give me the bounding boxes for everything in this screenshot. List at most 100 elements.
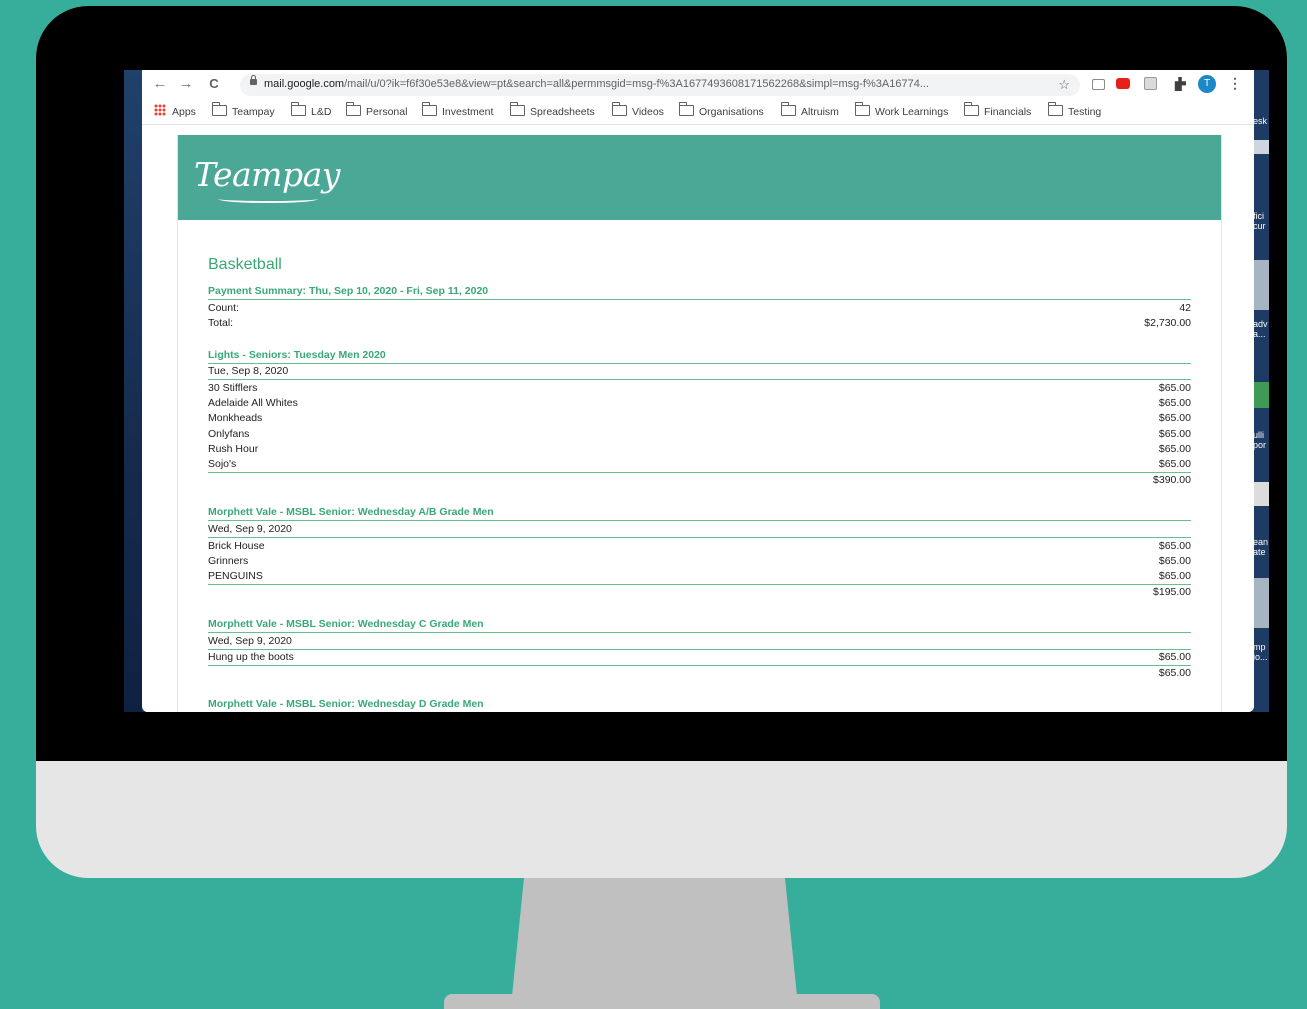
reload-icon[interactable]: C bbox=[206, 76, 222, 92]
desktop-fragment: ulli por bbox=[1253, 430, 1267, 450]
folder-icon bbox=[1048, 102, 1063, 116]
bookmark-star-icon[interactable]: ☆ bbox=[1058, 77, 1070, 93]
total-label: Total: bbox=[208, 317, 234, 329]
teampay-logo: Teampay bbox=[194, 155, 340, 194]
section-rule bbox=[208, 665, 1191, 666]
bookmark-l-and-d[interactable]: L&D bbox=[291, 102, 331, 119]
list-item: Brick House $65.00 bbox=[208, 540, 1191, 552]
section-subtotal: $195.00 bbox=[1153, 586, 1191, 598]
section-rule bbox=[208, 299, 1191, 300]
browser-window: ← → C mail.google.com/mail/u/0?ik=f6f30e… bbox=[142, 70, 1254, 712]
section-date: Tue, Sep 8, 2020 bbox=[208, 365, 289, 377]
logo-swoosh bbox=[218, 195, 318, 203]
email-header-band: Teampay bbox=[178, 135, 1221, 220]
list-item: Hung up the boots $65.00 bbox=[208, 651, 1191, 663]
url-host: mail.google.com bbox=[264, 78, 345, 90]
list-item: 30 Stifflers $65.00 bbox=[208, 382, 1191, 394]
desktop-fragment: esk bbox=[1253, 116, 1268, 126]
browser-toolbar: ← → C mail.google.com/mail/u/0?ik=f6f30e… bbox=[142, 70, 1254, 100]
list-item: PENGUINS $65.00 bbox=[208, 570, 1191, 582]
bookmark-financials[interactable]: Financials bbox=[964, 102, 1031, 119]
address-bar[interactable]: mail.google.com/mail/u/0?ik=f6f30e53e8&v… bbox=[240, 74, 1080, 96]
total-value: $2,730.00 bbox=[1144, 317, 1191, 329]
bookmark-testing[interactable]: Testing bbox=[1048, 102, 1101, 119]
section-rule bbox=[208, 537, 1191, 538]
puzzle-icon[interactable] bbox=[1174, 77, 1186, 91]
section-rule bbox=[208, 379, 1191, 380]
list-item: Grinners $65.00 bbox=[208, 555, 1191, 567]
bookmark-teampay[interactable]: Teampay bbox=[212, 102, 275, 119]
desktop-thumbnail bbox=[1252, 578, 1269, 628]
desktop-wallpaper-left bbox=[124, 70, 142, 712]
count-label: Count: bbox=[208, 302, 239, 314]
lock-icon bbox=[250, 75, 257, 85]
desktop-thumbnail bbox=[1252, 382, 1269, 408]
mail-icon[interactable] bbox=[1092, 79, 1105, 90]
extension-icon[interactable] bbox=[1144, 77, 1157, 90]
bookmark-work-learnings[interactable]: Work Learnings bbox=[855, 102, 948, 119]
section-title: Morphett Vale - MSBL Senior: Wednesday A… bbox=[208, 506, 494, 518]
desktop-thumbnail bbox=[1252, 260, 1269, 310]
monitor-stand bbox=[512, 878, 797, 996]
bookmark-personal[interactable]: Personal bbox=[346, 102, 407, 119]
desktop-thumbnail bbox=[1252, 140, 1269, 154]
desktop-fragment: ean ate bbox=[1253, 537, 1269, 557]
summary-title: Payment Summary: Thu, Sep 10, 2020 - Fri… bbox=[208, 285, 489, 297]
folder-icon bbox=[422, 102, 437, 116]
desktop-fragment: adv a... bbox=[1253, 319, 1268, 339]
desktop-fragment: fici cur bbox=[1253, 211, 1266, 231]
folder-icon bbox=[781, 102, 796, 116]
list-item: Monkheads $65.00 bbox=[208, 412, 1191, 424]
bookmark-altruism[interactable]: Altruism bbox=[781, 102, 839, 119]
section-date: Wed, Sep 9, 2020 bbox=[208, 523, 292, 535]
desktop-windows-right: esk fici cur adv a... ulli por ean ate m… bbox=[1252, 70, 1269, 712]
section-title: Lights - Seniors: Tuesday Men 2020 bbox=[208, 349, 386, 361]
summary-count-row: Count: 42 bbox=[208, 301, 1191, 316]
monitor-bezel: esk fici cur adv a... ulli por ean ate m… bbox=[36, 6, 1287, 761]
section-rule bbox=[208, 472, 1191, 473]
count-value: 42 bbox=[1179, 302, 1191, 314]
section-title: Morphett Vale - MSBL Senior: Wednesday C… bbox=[208, 618, 484, 630]
bookmark-spreadsheets[interactable]: Spreadsheets bbox=[510, 102, 595, 119]
section-subtotal: $65.00 bbox=[1158, 667, 1191, 679]
folder-icon bbox=[855, 102, 870, 116]
kebab-menu-icon[interactable]: ⋮ bbox=[1228, 75, 1242, 92]
list-item: Adelaide All Whites $65.00 bbox=[208, 397, 1191, 409]
profile-avatar[interactable]: T bbox=[1198, 75, 1216, 93]
folder-icon bbox=[964, 102, 979, 116]
sport-title: Basketball bbox=[208, 256, 282, 273]
list-item: Rush Hour $65.00 bbox=[208, 443, 1191, 455]
folder-icon bbox=[346, 102, 361, 116]
back-arrow-icon[interactable]: ← bbox=[152, 76, 168, 92]
section-rule bbox=[208, 520, 1191, 521]
section-date: Wed, Sep 9, 2020 bbox=[208, 635, 292, 647]
bookmarks-bar: Apps Teampay L&D Personal Investment Spr… bbox=[142, 100, 1254, 125]
bookmark-investment[interactable]: Investment bbox=[422, 102, 493, 119]
folder-icon bbox=[510, 102, 525, 116]
section-subtotal: $390.00 bbox=[1153, 474, 1191, 486]
desktop-fragment: mp io... bbox=[1253, 642, 1268, 662]
folder-icon bbox=[612, 102, 627, 116]
url-path: /mail/u/0?ik=f6f30e53e8&view=pt&search=a… bbox=[344, 78, 929, 90]
section-title: Morphett Vale - MSBL Senior: Wednesday D… bbox=[208, 698, 484, 710]
screen: esk fici cur adv a... ulli por ean ate m… bbox=[124, 70, 1269, 712]
url-text: mail.google.com/mail/u/0?ik=f6f30e53e8&v… bbox=[264, 78, 929, 90]
bookmark-videos[interactable]: Videos bbox=[612, 102, 664, 119]
desktop-thumbnail bbox=[1252, 482, 1269, 506]
youtube-icon[interactable] bbox=[1116, 78, 1130, 89]
list-item: Onlyfans $65.00 bbox=[208, 428, 1191, 440]
email-card: Teampay Basketball Payment Summary: Thu,… bbox=[177, 135, 1222, 712]
summary-total-row: Total: $2,730.00 bbox=[208, 316, 1191, 331]
monitor-stand-base bbox=[444, 994, 880, 1009]
forward-arrow-icon[interactable]: → bbox=[178, 76, 194, 92]
folder-icon bbox=[679, 102, 694, 116]
bookmark-organisations[interactable]: Organisations bbox=[679, 102, 764, 119]
folder-icon bbox=[212, 102, 227, 116]
bookmark-apps[interactable]: Apps bbox=[172, 105, 196, 119]
section-rule bbox=[208, 632, 1191, 633]
section-rule bbox=[208, 584, 1191, 585]
monitor: esk fici cur adv a... ulli por ean ate m… bbox=[36, 6, 1287, 878]
folder-icon bbox=[291, 102, 306, 116]
apps-grid-icon[interactable] bbox=[154, 104, 166, 116]
email-print-view: Teampay Basketball Payment Summary: Thu,… bbox=[142, 125, 1254, 712]
